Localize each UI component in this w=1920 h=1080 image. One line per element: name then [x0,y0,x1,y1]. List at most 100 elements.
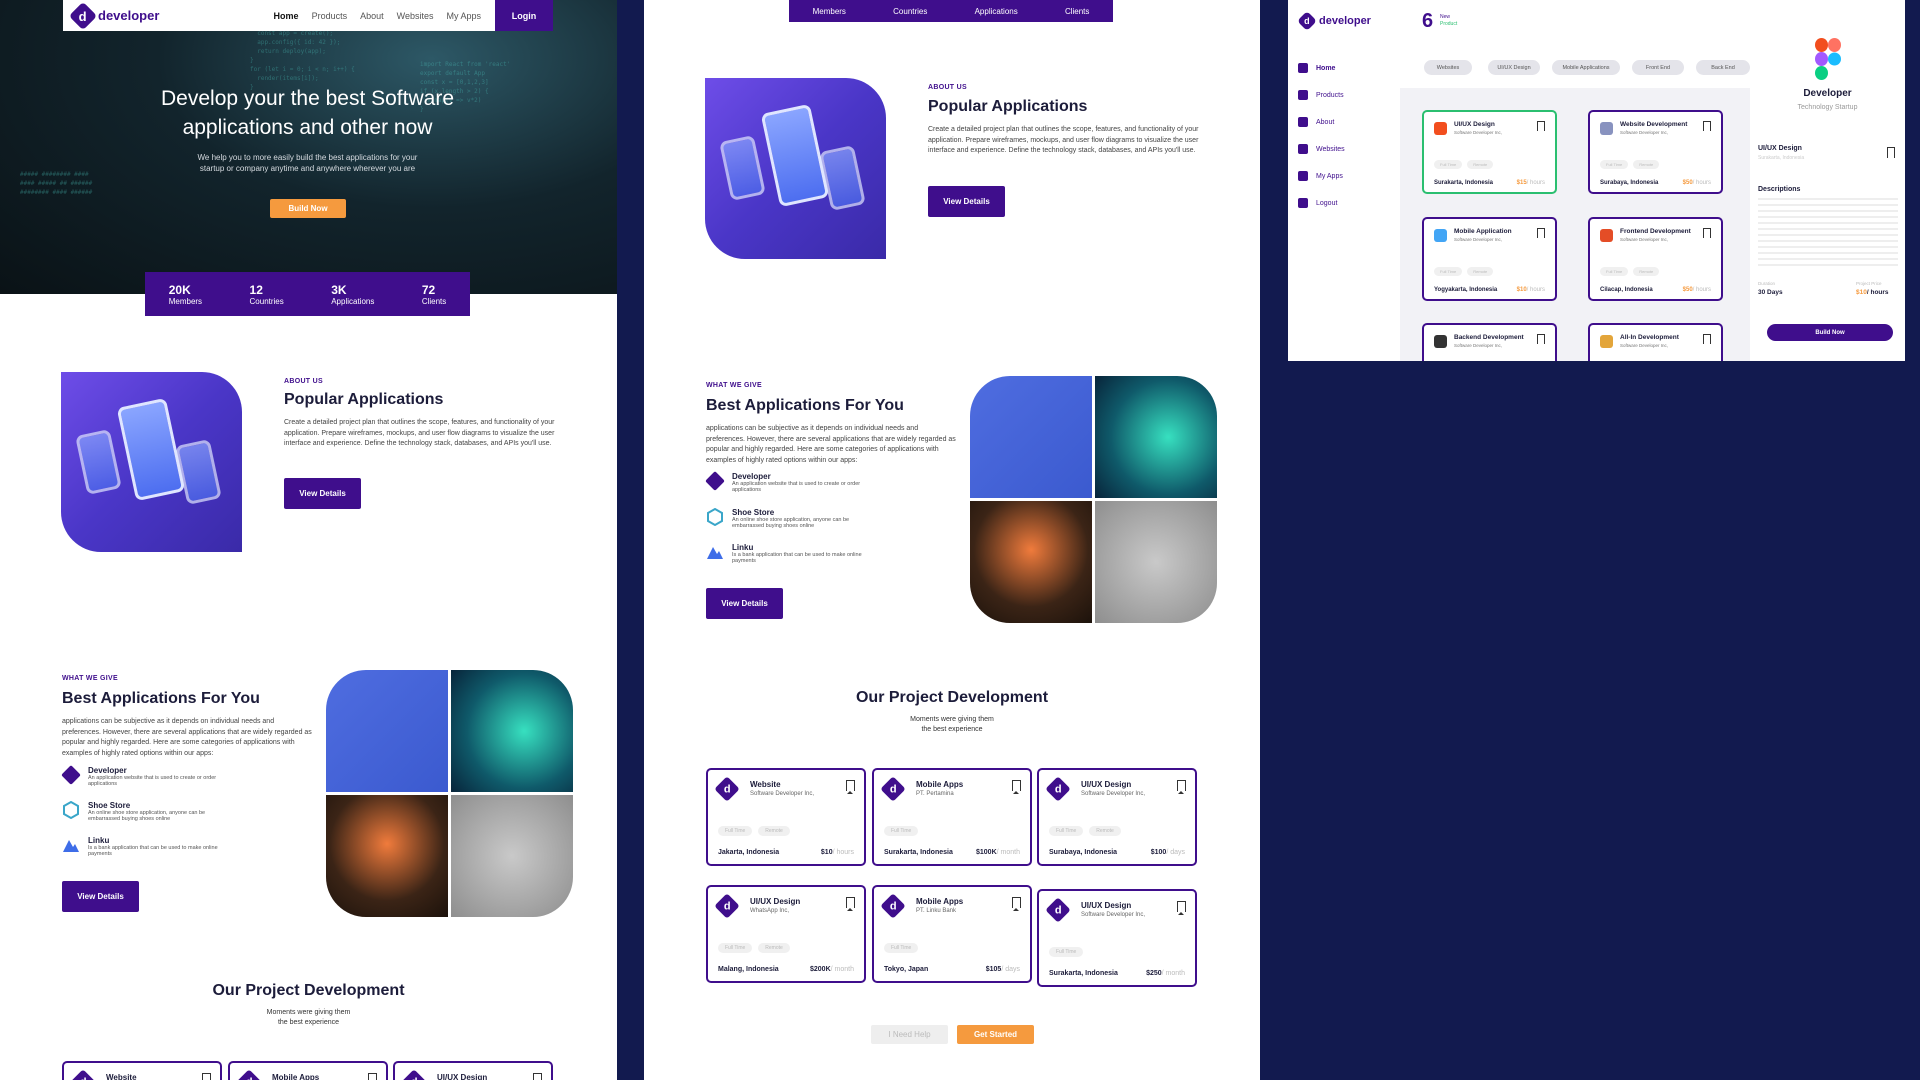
product-card[interactable]: Frontend Development Software Developer I… [1588,217,1723,301]
product-company: Software Developer Inc, [1620,130,1669,135]
filter-chip-uiux[interactable]: UI/UX Design [1488,60,1540,75]
login-button[interactable]: Login [495,0,553,31]
app-tile-social [326,670,448,792]
card-company: Software Developer Inc, [750,791,815,797]
nav-link-about[interactable]: About [360,11,384,21]
project-card[interactable]: d UI/UX Design WhatsApp Inc, Full Time Remot… [706,885,866,983]
about-view-details-button[interactable]: View Details [284,478,361,509]
bookmark-icon[interactable] [1703,121,1711,131]
bookmark-icon[interactable] [1537,334,1545,344]
developer-logo-icon: d [1045,897,1071,923]
bookmark-icon[interactable] [368,1073,377,1080]
stat-members: 20K Members [168,282,203,306]
bookmark-icon[interactable] [533,1073,542,1080]
projects-subtitle-line-1: Moments were giving them [910,716,994,723]
feature-linku: Linku Is a bank application that can be u… [62,836,218,857]
filter-chip-frontend[interactable]: Front End [1632,60,1684,75]
server-icon [1434,335,1447,348]
developer-logo-icon: d [714,776,740,802]
stat-label-applications: Applications [974,6,1018,16]
stat-applications: 3K Applications [331,282,375,306]
stat-label-countries: Countries [893,6,928,16]
card-company: Software Developer Inc, [1081,912,1146,918]
give-title: Best Applications For You [706,397,904,414]
product-card[interactable]: Mobile Application Software Developer Inc… [1422,217,1557,301]
project-card[interactable]: d UI/UX Design Software Developer Inc, Full… [1037,768,1197,866]
project-card[interactable]: d Website Software Developer Inc, Full Time… [706,768,866,866]
bookmark-icon[interactable] [1703,228,1711,238]
brand-logo[interactable]: d developer [68,1,159,30]
card-tags: Full Time [1049,947,1084,957]
bookmark-icon[interactable] [846,780,855,794]
about-icon [1298,117,1308,127]
about-title: Popular Applications [928,98,1088,115]
card-tag: Remote [1089,826,1121,836]
flutter-icon [1434,229,1447,242]
duration-value: 30 Days [1758,289,1783,296]
nav-link-products[interactable]: Products [312,11,348,21]
developer-logo-icon [61,765,81,785]
nav-link-home[interactable]: Home [274,11,299,21]
new-product-label: New [1440,14,1451,20]
project-card[interactable]: dUI/UX Design [393,1061,553,1080]
bookmark-icon[interactable] [1177,780,1186,794]
give-view-details-button[interactable]: View Details [706,588,783,619]
bookmark-icon[interactable] [1703,334,1711,344]
give-view-details-button[interactable]: View Details [62,881,139,912]
sidebar-item-logout[interactable]: Logout [1298,198,1337,208]
card-company: Software Developer Inc, [1081,791,1146,797]
product-price: $50/ hours [1682,180,1711,186]
filter-chip-mobile[interactable]: Mobile Applications [1552,60,1620,75]
about-view-details-button[interactable]: View Details [928,186,1005,217]
product-tags: Full Time Remote [1434,267,1494,276]
sidebar-item-about[interactable]: About [1298,117,1334,127]
give-title: Best Applications For You [62,690,260,707]
product-card[interactable]: All-In Development Software Developer Inc… [1588,323,1723,361]
detail-build-now-button[interactable]: Build Now [1767,324,1893,341]
bookmark-icon[interactable] [1537,121,1545,131]
product-location: Yogyakarta, Indonesia [1434,287,1498,293]
product-card[interactable]: Website Development Software Developer In… [1588,110,1723,194]
project-card[interactable]: d Mobile Apps PT. Linku Bank Full Time Tokyo… [872,885,1032,983]
sidebar-item-home[interactable]: Home [1298,63,1335,73]
need-help-button[interactable]: I Need Help [871,1025,948,1044]
bookmark-icon[interactable] [1012,897,1021,911]
card-price: $100K/ month [976,849,1020,856]
hero-section: function build() { const app = create();… [0,0,617,294]
card-tag: Full Time [718,943,753,953]
detail-job-title: UI/UX Design [1758,145,1802,152]
project-card[interactable]: dWebsite [62,1061,222,1080]
dashboard-main: 6 New Product Websites UI/UX Design Mobi… [1400,0,1750,361]
bookmark-icon[interactable] [202,1073,211,1080]
card-title: UI/UX Design [1081,780,1132,789]
new-product-count: 6 [1422,10,1434,32]
filter-chip-websites[interactable]: Websites [1424,60,1472,75]
feature-linku: Linku Is a bank application that can be u… [706,543,862,564]
project-price-value: $10/ hours [1856,289,1889,296]
hexagon-icon [62,801,80,819]
product-card[interactable]: Backend Development Software Developer In… [1422,323,1557,361]
project-card[interactable]: dMobile Apps [228,1061,388,1080]
product-title: Mobile Application [1454,228,1512,235]
bookmark-icon[interactable] [1012,780,1021,794]
bookmark-icon[interactable] [1177,901,1186,915]
sidebar-item-products[interactable]: Products [1298,90,1344,100]
sidebar-item-websites[interactable]: Websites [1298,144,1345,154]
bookmark-icon[interactable] [1887,147,1895,158]
card-tag: Full Time [718,826,753,836]
bookmark-icon[interactable] [1537,228,1545,238]
product-tag: Full Time [1434,267,1463,276]
nav-link-websites[interactable]: Websites [397,11,434,21]
app-tile-orange [970,501,1092,623]
product-card[interactable]: UI/UX Design Software Developer Inc, Full … [1422,110,1557,194]
sidebar-item-my-apps[interactable]: My Apps [1298,171,1343,181]
brand-logo[interactable]: d developer [1297,11,1371,31]
project-card[interactable]: d Mobile Apps PT. Pertamina Full Time Suraka… [872,768,1032,866]
nav-link-my-apps[interactable]: My Apps [446,11,481,21]
stack-icon [1600,335,1613,348]
project-card[interactable]: d UI/UX Design Software Developer Inc, Full… [1037,889,1197,987]
filter-chip-backend[interactable]: Back End [1696,60,1750,75]
build-now-button[interactable]: Build Now [270,199,346,218]
bookmark-icon[interactable] [846,897,855,911]
get-started-button[interactable]: Get Started [957,1025,1034,1044]
